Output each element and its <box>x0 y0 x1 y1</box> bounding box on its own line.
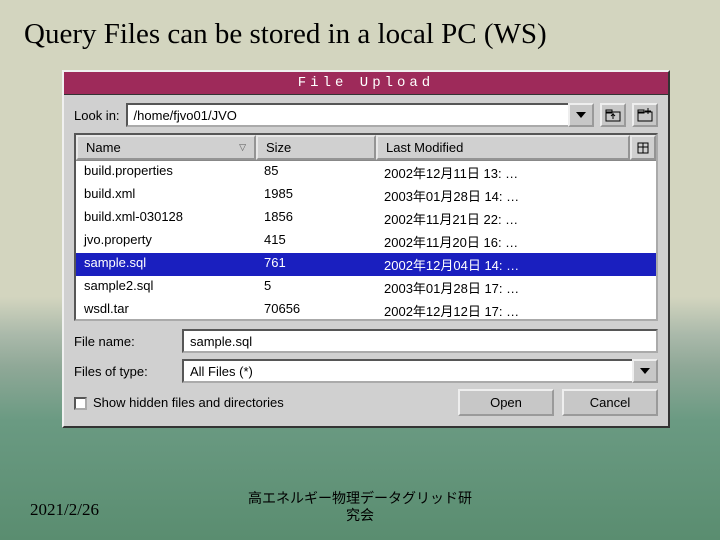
file-row[interactable]: build.xml19852003年01月28日 14: … <box>76 184 656 207</box>
up-folder-button[interactable] <box>600 103 626 127</box>
column-size-label: Size <box>266 140 291 155</box>
file-name-cell: build.xml-030128 <box>76 208 256 229</box>
footer-date: 2021/2/26 <box>30 500 99 520</box>
file-row[interactable]: sample.sql7612002年12月04日 14: … <box>76 253 656 276</box>
lookin-path[interactable]: /home/fjvo01/JVO <box>126 103 568 127</box>
lookin-label: Look in: <box>74 108 120 123</box>
file-modified-cell: 2002年12月04日 14: … <box>376 254 656 275</box>
file-name-cell: sample2.sql <box>76 277 256 298</box>
file-row[interactable]: sample2.sql52003年01月28日 17: … <box>76 276 656 299</box>
column-header-size[interactable]: Size <box>256 135 376 160</box>
file-modified-cell: 2002年12月12日 17: … <box>376 300 656 321</box>
file-row[interactable]: build.properties852002年12月11日 13: … <box>76 161 656 184</box>
file-name-cell: build.properties <box>76 162 256 183</box>
file-size-cell: 1985 <box>256 185 376 206</box>
column-header-name[interactable]: Name ▽ <box>76 135 256 160</box>
file-size-cell: 70656 <box>256 300 376 321</box>
file-row[interactable]: build.xml-03012818562002年11月21日 22: … <box>76 207 656 230</box>
footer-org-line1: 高エネルギー物理データグリッド研 <box>248 490 472 507</box>
file-name-cell: build.xml <box>76 185 256 206</box>
footer-org: 高エネルギー物理データグリッド研 究会 <box>248 490 472 524</box>
file-modified-cell: 2003年01月28日 14: … <box>376 185 656 206</box>
file-row[interactable]: jvo.property4152002年11月20日 16: … <box>76 230 656 253</box>
chevron-down-icon <box>576 112 586 118</box>
filename-label: File name: <box>74 334 174 349</box>
up-folder-icon <box>605 108 621 122</box>
filename-input[interactable]: sample.sql <box>182 329 658 353</box>
list-config-icon <box>637 142 649 154</box>
filetype-dropdown-button[interactable] <box>632 359 658 383</box>
filetype-label: Files of type: <box>74 364 174 379</box>
new-folder-button[interactable] <box>632 103 658 127</box>
file-row[interactable]: wsdl.tar706562002年12月12日 17: … <box>76 299 656 321</box>
file-modified-cell: 2003年01月28日 17: … <box>376 277 656 298</box>
file-name-cell: sample.sql <box>76 254 256 275</box>
show-hidden-checkbox[interactable] <box>74 397 87 410</box>
lookin-dropdown-button[interactable] <box>568 103 594 127</box>
file-name-cell: wsdl.tar <box>76 300 256 321</box>
file-size-cell: 415 <box>256 231 376 252</box>
open-button[interactable]: Open <box>458 389 554 416</box>
chevron-down-icon <box>640 368 650 374</box>
sort-indicator-icon: ▽ <box>239 142 246 153</box>
file-size-cell: 761 <box>256 254 376 275</box>
filetype-select[interactable]: All Files (*) <box>182 359 632 383</box>
show-hidden-label: Show hidden files and directories <box>93 395 284 411</box>
file-modified-cell: 2002年11月21日 22: … <box>376 208 656 229</box>
file-size-cell: 85 <box>256 162 376 183</box>
cancel-button[interactable]: Cancel <box>562 389 658 416</box>
dialog-titlebar: File Upload <box>64 72 668 95</box>
file-list-pane: Name ▽ Size Last Modified <box>74 133 658 321</box>
file-modified-cell: 2002年11月20日 16: … <box>376 231 656 252</box>
file-name-cell: jvo.property <box>76 231 256 252</box>
file-modified-cell: 2002年12月11日 13: … <box>376 162 656 183</box>
column-config-button[interactable] <box>630 135 656 160</box>
new-folder-icon <box>637 108 653 122</box>
slide-title: Query Files can be stored in a local PC … <box>0 0 720 59</box>
file-upload-dialog: File Upload Look in: /home/fjvo01/JVO <box>62 70 670 428</box>
file-size-cell: 5 <box>256 277 376 298</box>
column-header-modified[interactable]: Last Modified <box>376 135 630 160</box>
column-name-label: Name <box>86 140 121 155</box>
file-size-cell: 1856 <box>256 208 376 229</box>
footer-org-line2: 究会 <box>248 507 472 524</box>
column-modified-label: Last Modified <box>386 140 463 155</box>
